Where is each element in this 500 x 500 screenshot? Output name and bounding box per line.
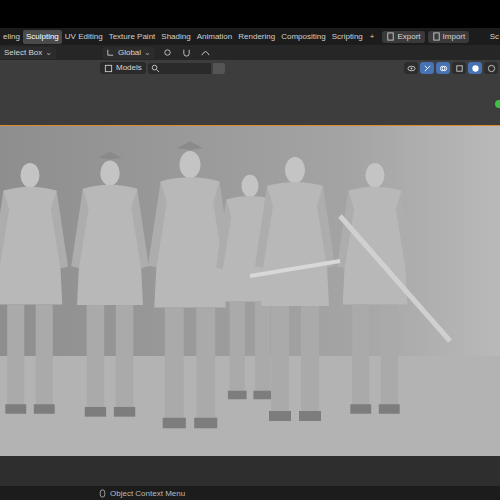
pivot-button[interactable] bbox=[161, 47, 174, 58]
snap-button[interactable] bbox=[180, 47, 193, 58]
xray-icon bbox=[455, 64, 464, 73]
scene-selector[interactable]: Sc bbox=[490, 32, 500, 41]
sphere-icon bbox=[471, 64, 480, 73]
search-field[interactable] bbox=[148, 63, 211, 74]
workspace-bar: elingSculptingUV EditingTexture PaintSha… bbox=[0, 28, 500, 45]
collection-dropdown[interactable]: Models bbox=[100, 62, 146, 74]
tool-header: Select Box⌄ Global⌄ bbox=[0, 45, 500, 60]
add-workspace-button[interactable]: + bbox=[366, 30, 379, 44]
pivot-icon bbox=[163, 48, 172, 57]
gizmo-icon bbox=[423, 64, 432, 73]
viewport-shading-buttons bbox=[404, 62, 498, 74]
search-icon bbox=[151, 64, 160, 73]
status-hint: Object Context Menu bbox=[110, 489, 185, 498]
file-icon bbox=[432, 32, 441, 41]
xray-button[interactable] bbox=[452, 62, 466, 74]
axes-icon bbox=[106, 48, 115, 57]
caret-icon: ⌄ bbox=[144, 49, 151, 57]
visibility-button[interactable] bbox=[404, 62, 418, 74]
eye-icon bbox=[407, 64, 416, 73]
gizmo-button[interactable] bbox=[420, 62, 434, 74]
mouse-icon bbox=[98, 489, 107, 498]
file-icon bbox=[386, 32, 395, 41]
workspace-tab[interactable]: Animation bbox=[194, 30, 236, 44]
tool-dropdown[interactable]: Select Box⌄ bbox=[0, 47, 56, 59]
sphere-icon bbox=[487, 64, 496, 73]
material-shading-button[interactable] bbox=[484, 62, 498, 74]
solid-shading-button[interactable] bbox=[468, 62, 482, 74]
figures-render bbox=[0, 126, 500, 456]
caret-icon: ⌄ bbox=[45, 49, 52, 57]
collection-icon bbox=[104, 64, 113, 73]
header-button[interactable]: Import bbox=[428, 31, 470, 43]
viewport-3d[interactable]: Models bbox=[0, 60, 500, 486]
workspace-tab[interactable]: eling bbox=[0, 30, 23, 44]
orientation-dropdown[interactable]: Global⌄ bbox=[102, 47, 155, 59]
blender-window: elingSculptingUV EditingTexture PaintSha… bbox=[0, 0, 500, 500]
workspace-tab[interactable]: Compositing bbox=[278, 30, 328, 44]
workspace-tab[interactable]: Texture Paint bbox=[106, 30, 159, 44]
status-dot bbox=[495, 100, 500, 108]
search-clear[interactable] bbox=[213, 63, 225, 74]
workspace-tab[interactable]: Rendering bbox=[235, 30, 278, 44]
magnet-icon bbox=[182, 48, 191, 57]
workspace-tab[interactable]: Sculpting bbox=[23, 30, 62, 44]
header-button[interactable]: Export bbox=[382, 31, 424, 43]
status-bar: Object Context Menu bbox=[0, 486, 500, 500]
passepartout-bottom bbox=[0, 456, 500, 486]
camera-frame bbox=[0, 126, 500, 456]
workspace-tab[interactable]: Shading bbox=[158, 30, 193, 44]
title-strip bbox=[0, 0, 500, 28]
workspace-tab[interactable]: UV Editing bbox=[62, 30, 106, 44]
header-buttons: Export Import bbox=[382, 31, 469, 43]
overlay-button[interactable] bbox=[436, 62, 450, 74]
viewport-header: Models bbox=[0, 62, 500, 74]
falloff-icon bbox=[201, 48, 210, 57]
overlay-icon bbox=[439, 64, 448, 73]
workspace-tabs: elingSculptingUV EditingTexture PaintSha… bbox=[0, 30, 378, 44]
workspace-tab[interactable]: Scripting bbox=[329, 30, 366, 44]
proportional-button[interactable] bbox=[199, 47, 212, 58]
